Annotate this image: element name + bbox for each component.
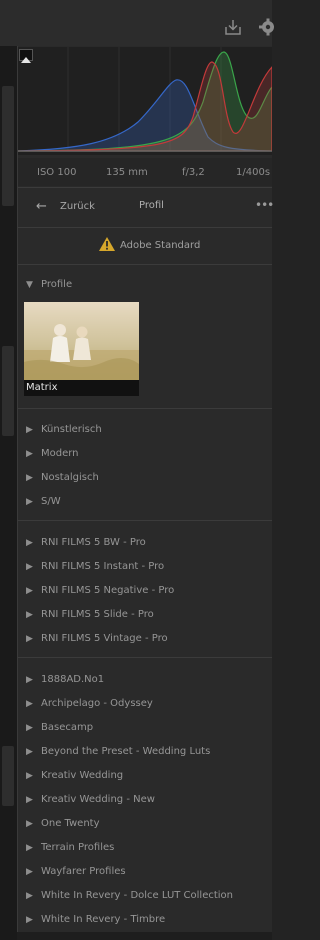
thumbnail-label: Matrix	[26, 382, 58, 393]
exif-iso: ISO 100	[37, 167, 77, 178]
triangle-right-icon: ▶	[26, 795, 33, 805]
triangle-right-icon: ▶	[26, 747, 33, 757]
profile-section-header[interactable]: ▼ Profile	[26, 279, 72, 290]
shadow-clipping-toggle[interactable]	[19, 49, 33, 63]
triangle-right-icon: ▶	[26, 634, 33, 644]
triangle-right-icon: ▶	[26, 473, 33, 483]
profile-group-rni-negative[interactable]: ▶ RNI FILMS 5 Negative - Pro	[26, 585, 174, 596]
profile-group-beyond-the-preset[interactable]: ▶ Beyond the Preset - Wedding Luts	[26, 746, 210, 757]
profile-group-rni-slide[interactable]: ▶ RNI FILMS 5 Slide - Pro	[26, 609, 154, 620]
gear-icon[interactable]	[258, 17, 274, 37]
profile-group-rni-vintage[interactable]: ▶ RNI FILMS 5 Vintage - Pro	[26, 633, 168, 644]
current-profile-warning: Adobe Standard	[18, 234, 272, 258]
exif-info: ISO 100 135 mm f/3,2 1/400s	[18, 158, 272, 186]
triangle-right-icon: ▶	[26, 891, 33, 901]
left-filmstrip-edge	[0, 46, 17, 940]
triangle-right-icon: ▶	[26, 771, 33, 781]
exif-shutter: 1/400s	[236, 167, 271, 178]
profile-group-rni-bw[interactable]: ▶ RNI FILMS 5 BW - Pro	[26, 537, 146, 548]
triangle-down-icon: ▼	[26, 280, 33, 290]
current-profile-name: Adobe Standard	[120, 240, 201, 251]
profile-group-kreativ-wedding-new[interactable]: ▶ Kreativ Wedding - New	[26, 794, 155, 805]
profile-group-sw[interactable]: ▶ S/W	[26, 496, 61, 507]
profile-group-archipelago[interactable]: ▶ Archipelago - Odyssey	[26, 698, 153, 709]
warning-icon	[99, 237, 115, 251]
thumbnail-image	[24, 302, 139, 380]
triangle-right-icon: ▶	[26, 819, 33, 829]
profile-group-one-twenty[interactable]: ▶ One Twenty	[26, 818, 100, 829]
profile-group-nostalgisch[interactable]: ▶ Nostalgisch	[26, 472, 99, 483]
triangle-right-icon: ▶	[26, 562, 33, 572]
triangle-right-icon: ▶	[26, 538, 33, 548]
exif-focal-length: 135 mm	[106, 167, 148, 178]
top-toolbar	[0, 0, 274, 46]
histogram	[17, 47, 273, 155]
profile-nav-bar: ← Zurück Profil •••	[18, 190, 274, 224]
profile-group-white-in-revery-timbre[interactable]: ▶ White In Revery - Timbre	[26, 914, 165, 925]
download-icon[interactable]	[224, 18, 242, 36]
triangle-right-icon: ▶	[26, 425, 33, 435]
profile-group-white-in-revery-dolce[interactable]: ▶ White In Revery - Dolce LUT Collection	[26, 890, 233, 901]
triangle-right-icon: ▶	[26, 867, 33, 877]
triangle-right-icon: ▶	[26, 843, 33, 853]
triangle-right-icon: ▶	[26, 699, 33, 709]
triangle-right-icon: ▶	[26, 449, 33, 459]
profile-group-rni-instant[interactable]: ▶ RNI FILMS 5 Instant - Pro	[26, 561, 164, 572]
profile-group-kuenstlerisch[interactable]: ▶ Künstlerisch	[26, 424, 102, 435]
profile-group-modern[interactable]: ▶ Modern	[26, 448, 79, 459]
triangle-right-icon: ▶	[26, 497, 33, 507]
profile-thumbnail-matrix[interactable]: Matrix	[24, 302, 139, 396]
exif-aperture: f/3,2	[182, 167, 205, 178]
profile-group-wayfarer[interactable]: ▶ Wayfarer Profiles	[26, 866, 126, 877]
profile-group-1888ad[interactable]: ▶ 1888AD.No1	[26, 674, 104, 685]
triangle-right-icon: ▶	[26, 915, 33, 925]
triangle-right-icon: ▶	[26, 610, 33, 620]
profile-group-basecamp[interactable]: ▶ Basecamp	[26, 722, 93, 733]
triangle-right-icon: ▶	[26, 586, 33, 596]
back-button[interactable]: Zurück	[60, 201, 95, 212]
panel-bottom-edge	[17, 932, 272, 940]
back-arrow-icon[interactable]: ←	[36, 199, 47, 214]
panel-title: Profil	[139, 200, 164, 211]
more-options-icon[interactable]: •••	[255, 198, 274, 212]
triangle-right-icon: ▶	[26, 723, 33, 733]
profile-group-terrain[interactable]: ▶ Terrain Profiles	[26, 842, 114, 853]
profile-group-kreativ-wedding[interactable]: ▶ Kreativ Wedding	[26, 770, 123, 781]
triangle-right-icon: ▶	[26, 675, 33, 685]
